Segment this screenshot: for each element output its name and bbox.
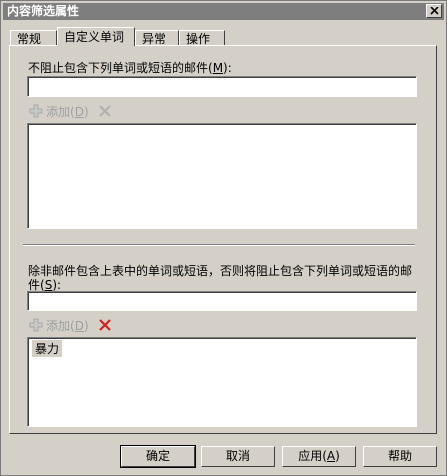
apply-button[interactable]: 应用(A)	[282, 446, 356, 467]
block-add-button[interactable]: 添加(D)	[29, 316, 89, 334]
tab-actions[interactable]: 操作	[179, 30, 225, 46]
tab-custom-words-label: 自定义单词	[64, 30, 125, 44]
allow-words-list[interactable]	[27, 123, 417, 229]
window-title: 内容筛选属性	[7, 4, 80, 18]
list-item[interactable]: 暴力	[32, 340, 63, 357]
add-icon	[29, 318, 43, 332]
allow-word-input[interactable]	[27, 76, 417, 97]
block-words-label-line1: 除非邮件包含上表中的单词或短语，否则将阻止包含下列单词或短语的邮	[28, 264, 413, 278]
help-button[interactable]: 帮助	[363, 446, 437, 467]
block-word-input[interactable]	[27, 291, 417, 311]
dialog-window: 内容筛选属性 常规 自定义单词 异常 操作 不阻止包含下列单词或短语的邮件(M)…	[0, 0, 447, 476]
allow-words-label: 不阻止包含下列单词或短语的邮件(M):	[28, 61, 232, 75]
close-icon	[430, 7, 439, 15]
allow-delete-icon[interactable]	[98, 104, 112, 118]
close-button[interactable]	[426, 4, 442, 18]
tab-exceptions[interactable]: 异常	[135, 30, 179, 46]
block-add-label: 添加(D)	[46, 318, 89, 333]
tab-custom-words[interactable]: 自定义单词	[57, 27, 135, 46]
block-delete-icon[interactable]	[98, 318, 112, 332]
block-words-list[interactable]: 暴力	[27, 337, 417, 427]
allow-add-button[interactable]: 添加(D)	[29, 102, 89, 120]
allow-add-label: 添加(D)	[46, 104, 89, 119]
ok-button[interactable]: 确定	[120, 445, 196, 468]
section-divider	[23, 244, 415, 246]
tab-general-label: 常规	[17, 32, 42, 46]
tab-general[interactable]: 常规	[10, 30, 57, 46]
title-bar: 内容筛选属性	[3, 3, 444, 20]
tab-exceptions-label: 异常	[142, 32, 167, 46]
cancel-button[interactable]: 取消	[201, 446, 275, 467]
add-icon	[29, 104, 43, 118]
tab-actions-label: 操作	[186, 32, 211, 46]
